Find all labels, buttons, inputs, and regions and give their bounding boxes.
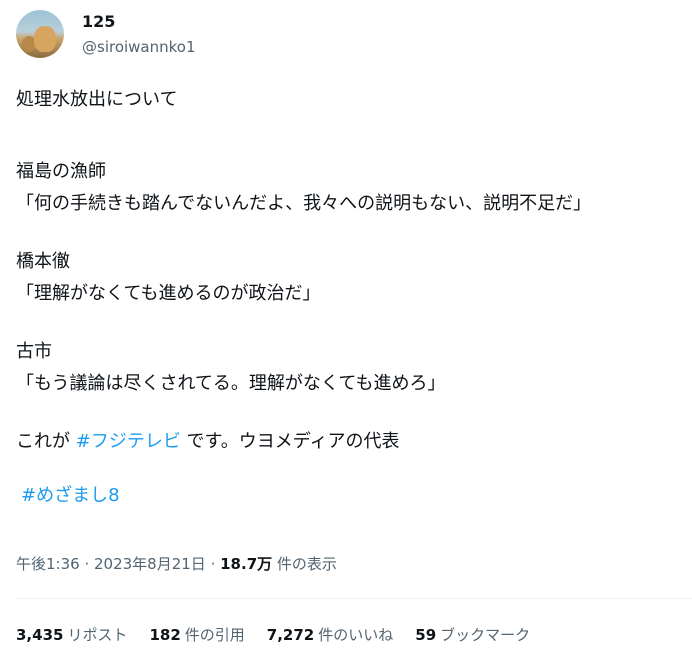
tweet-line: 古市: [16, 341, 52, 362]
author-handle[interactable]: @siroiwannko1: [82, 38, 196, 56]
bookmarks-link[interactable]: 59 ブックマーク: [415, 624, 530, 645]
quotes-link[interactable]: 182 件の引用: [149, 624, 244, 645]
engagement-stats: 3,435 リポスト 182 件の引用 7,272 件のいいね 59 ブックマーク: [16, 624, 530, 645]
bookmarks-label: ブックマーク: [440, 626, 531, 644]
divider: [16, 598, 692, 599]
tweet-line: 「理解がなくても進めるのが政治だ」: [16, 283, 321, 304]
author-name[interactable]: 125: [82, 12, 115, 31]
tweet-date[interactable]: 2023年8月21日: [94, 555, 206, 573]
tweet-line: 処理水放出について: [16, 89, 178, 110]
separator: ·: [205, 555, 221, 573]
tweet-line: #めざまし8: [16, 484, 686, 508]
hashtag-link[interactable]: #めざまし8: [21, 485, 120, 506]
tweet-line: これが #フジテレビ です。ウヨメディアの代表: [16, 430, 686, 454]
likes-count: 7,272: [266, 626, 315, 644]
likes-label: 件のいいね: [318, 626, 394, 644]
avatar-dog: [34, 26, 56, 52]
tweet-line: 福島の漁師: [16, 161, 106, 182]
views-count: 18.7万: [220, 555, 273, 573]
tweet-line: 「もう議論は尽くされてる。理解がなくても進めろ」: [16, 373, 446, 394]
views-label: 件の表示: [272, 555, 337, 573]
quotes-count: 182: [149, 626, 181, 644]
tweet-line: 「何の手続きも踏んでないんだよ、我々への説明もない、説明不足だ」: [16, 193, 592, 214]
likes-link[interactable]: 7,272 件のいいね: [267, 624, 393, 645]
separator: ·: [79, 555, 94, 573]
tweet-text-segment: これが: [16, 431, 76, 452]
tweet-meta: 午後1:36 · 2023年8月21日 · 18.7万 件の表示: [16, 553, 337, 574]
quotes-label: 件の引用: [184, 626, 245, 644]
tweet-line: 橋本徹: [16, 251, 70, 272]
reposts-label: リポスト: [67, 626, 128, 644]
hashtag-link[interactable]: #フジテレビ: [76, 431, 181, 452]
reposts-count: 3,435: [16, 626, 64, 644]
bookmarks-count: 59: [415, 626, 437, 644]
avatar[interactable]: [16, 10, 64, 58]
tweet-text-segment: です。ウヨメディアの代表: [180, 431, 400, 452]
tweet-text: 処理水放出について 福島の漁師 「何の手続きも踏んでないんだよ、我々への説明もな…: [16, 88, 686, 508]
reposts-link[interactable]: 3,435 リポスト: [16, 624, 127, 645]
tweet-time[interactable]: 午後1:36: [16, 555, 80, 573]
